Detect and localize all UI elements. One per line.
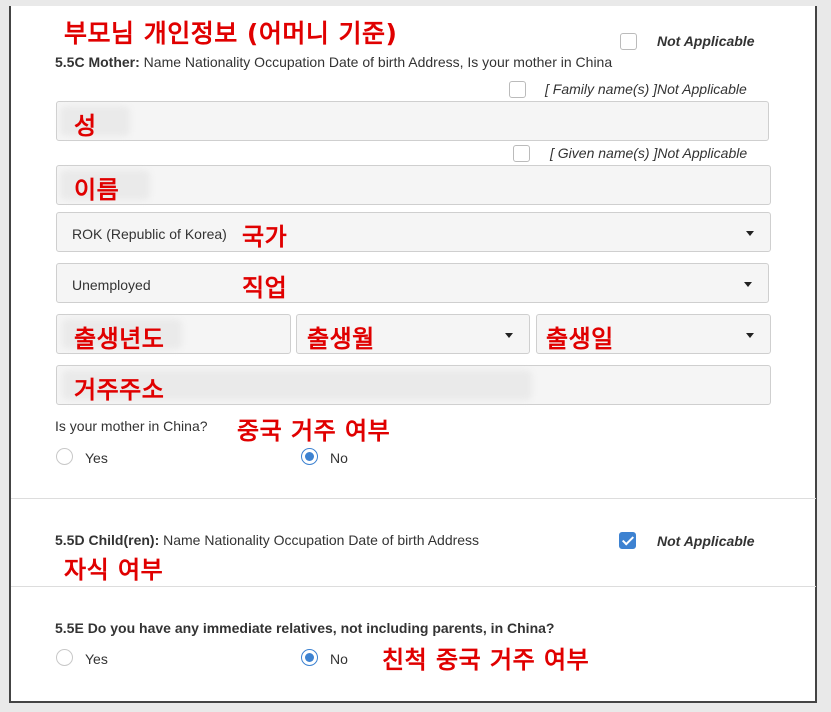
chevron-down-icon — [505, 333, 513, 338]
chevron-down-icon — [744, 282, 752, 287]
mother-not-applicable-label: Not Applicable — [657, 33, 755, 49]
nationality-value: ROK (Republic of Korea) — [72, 226, 227, 242]
given-name-annotation: 이름 — [74, 176, 120, 204]
children-not-applicable-checkbox[interactable] — [619, 532, 636, 549]
relatives-yes-radio[interactable] — [56, 649, 73, 666]
surname-annotation: 성 — [74, 112, 97, 140]
given-name-na-label: [ Given name(s) ]Not Applicable — [550, 145, 748, 161]
mother-in-china-question: Is your mother in China? — [55, 418, 208, 434]
family-name-na-checkbox[interactable] — [509, 81, 526, 98]
given-name-na-checkbox[interactable] — [513, 145, 530, 162]
given-name-input[interactable] — [56, 165, 771, 205]
section-divider — [11, 498, 816, 499]
surname-input[interactable] — [56, 101, 769, 141]
chevron-down-icon — [746, 333, 754, 338]
occupation-select[interactable]: Unemployed — [56, 263, 769, 303]
occupation-value: Unemployed — [72, 277, 151, 293]
address-annotation: 거주주소 — [74, 376, 165, 404]
relatives-no-radio[interactable] — [301, 649, 318, 666]
mother-in-china-no-radio[interactable] — [301, 448, 318, 465]
section-divider — [11, 586, 816, 587]
nationality-annotation: 국가 — [242, 223, 288, 251]
mother-heading-number: 5.5C Mother: — [55, 54, 140, 70]
birth-month-annotation: 출생월 — [307, 325, 375, 353]
mother-in-china-no-label: No — [330, 450, 348, 466]
relatives-annotation: 친척 중국 거주 여부 — [382, 646, 590, 674]
children-heading-text: Name Nationality Occupation Date of birt… — [159, 532, 480, 548]
mother-heading: 5.5C Mother: Name Nationality Occupation… — [55, 54, 612, 70]
mother-heading-text: Name Nationality Occupation Date of birt… — [139, 54, 613, 70]
children-annotation: 자식 여부 — [64, 556, 164, 584]
mother-not-applicable-checkbox[interactable] — [620, 33, 637, 50]
family-name-na-label: [ Family name(s) ]Not Applicable — [545, 81, 747, 97]
relatives-yes-label: Yes — [85, 651, 108, 667]
children-heading: 5.5D Child(ren): Name Nationality Occupa… — [55, 532, 479, 548]
children-not-applicable-label: Not Applicable — [657, 533, 755, 549]
relatives-no-label: No — [330, 651, 348, 667]
children-heading-number: 5.5D Child(ren): — [55, 532, 160, 548]
chevron-down-icon — [746, 231, 754, 236]
occupation-annotation: 직업 — [242, 274, 288, 302]
in-china-annotation: 중국 거주 여부 — [237, 417, 391, 445]
section-title-annotation: 부모님 개인정보 (어머니 기준) — [64, 19, 398, 48]
birth-year-annotation: 출생년도 — [74, 325, 165, 353]
birth-day-annotation: 출생일 — [546, 325, 614, 353]
mother-in-china-yes-label: Yes — [85, 450, 108, 466]
mother-in-china-yes-radio[interactable] — [56, 448, 73, 465]
nationality-select[interactable]: ROK (Republic of Korea) — [56, 212, 771, 252]
relatives-question: 5.5E Do you have any immediate relatives… — [55, 620, 555, 636]
